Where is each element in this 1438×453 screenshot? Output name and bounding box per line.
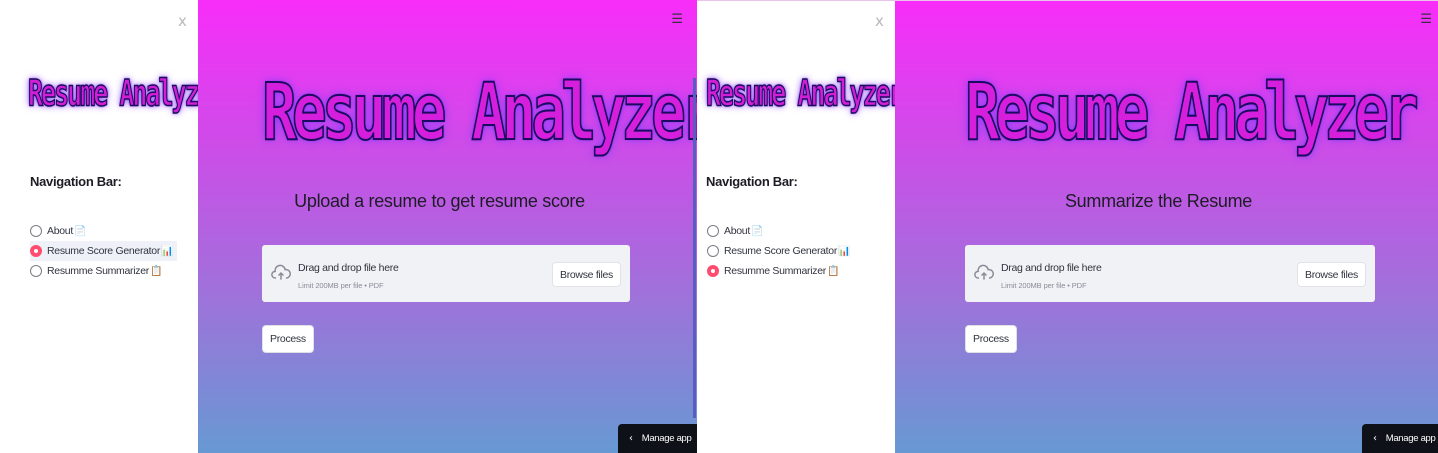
radio-button-checked-icon[interactable] — [30, 245, 42, 257]
file-uploader[interactable]: Drag and drop file here Limit 200MB per … — [965, 245, 1375, 302]
drop-text: Drag and drop file here — [298, 262, 399, 274]
radio-label: Resume Score Generator — [47, 245, 161, 257]
clipboard-icon: 📋 — [149, 265, 163, 277]
radio-label: About — [47, 225, 73, 237]
page-subheading: Summarize the Resume — [1064, 191, 1253, 211]
app-window-score: x Resume Analyzer Navigation Bar: About … — [0, 0, 697, 453]
radio-button-checked-icon[interactable] — [707, 265, 719, 277]
radio-label: Resume Score Generator — [724, 245, 838, 257]
hamburger-menu-icon[interactable]: ☰ — [671, 12, 683, 27]
bar-chart-icon: 📊 — [838, 245, 851, 257]
sidebar-logo: Resume Analyzer — [706, 71, 905, 115]
page-subheading: Upload a resume to get resume score — [294, 191, 585, 211]
main-content: ☰ Resume Analyzer Upload a resume to get… — [198, 0, 697, 453]
radio-about[interactable]: About 📄 — [707, 221, 850, 241]
nav-title: Navigation Bar: — [30, 174, 122, 189]
manage-app-button[interactable]: ‹ Manage app — [618, 424, 697, 453]
manage-app-button[interactable]: ‹ Manage app — [1362, 424, 1438, 453]
file-uploader[interactable]: Drag and drop file here Limit 200MB per … — [262, 245, 630, 302]
drop-text: Drag and drop file here — [1001, 262, 1102, 274]
process-button[interactable]: Process — [262, 325, 314, 353]
manage-app-label: Manage app — [1385, 433, 1436, 444]
chevron-left-icon: ‹ — [1373, 433, 1377, 444]
main-content: ☰ Resume Analyzer Summarize the Resume D… — [895, 0, 1438, 453]
browse-files-button[interactable]: Browse files — [1296, 262, 1366, 287]
radio-label: Resumme Summarizer — [47, 265, 149, 277]
nav-title: Navigation Bar: — [706, 174, 798, 189]
radio-label: About — [724, 225, 750, 237]
sidebar: x Resume Analyzer Navigation Bar: About … — [0, 0, 226, 453]
chevron-left-icon: ‹ — [629, 433, 633, 444]
bar-chart-icon: 📊 — [161, 245, 174, 257]
clipboard-icon: 📋 — [826, 265, 840, 277]
hamburger-menu-icon[interactable]: ☰ — [1420, 12, 1432, 27]
manage-app-label: Manage app — [641, 433, 692, 444]
radio-label: Resumme Summarizer — [724, 265, 826, 277]
sidebar: x Resume Analyzer Navigation Bar: About … — [697, 0, 904, 453]
cloud-upload-icon — [974, 264, 994, 280]
nav-radio-group: About 📄 Resume Score Generator 📊 Resumme… — [30, 221, 178, 281]
page-logo: Resume Analyzer — [964, 65, 1419, 159]
window-top-border — [697, 0, 1438, 1]
radio-resume-score-generator[interactable]: Resume Score Generator 📊 — [707, 241, 851, 261]
page-logo: Resume Analyzer — [261, 65, 697, 159]
radio-resume-summarizer[interactable]: Resumme Summarizer 📋 — [30, 261, 177, 281]
radio-button-icon[interactable] — [707, 245, 719, 257]
close-icon[interactable]: x — [875, 12, 884, 30]
app-window-summarizer: x Resume Analyzer Navigation Bar: About … — [697, 0, 1438, 453]
radio-about[interactable]: About 📄 — [30, 221, 177, 241]
process-button[interactable]: Process — [965, 325, 1017, 353]
limit-text: Limit 200MB per file • PDF — [298, 281, 384, 290]
limit-text: Limit 200MB per file • PDF — [1001, 281, 1087, 290]
radio-resume-summarizer[interactable]: Resumme Summarizer 📋 — [707, 261, 850, 281]
radio-button-icon[interactable] — [707, 225, 719, 237]
nav-radio-group: About 📄 Resume Score Generator 📊 Resumme… — [707, 221, 851, 281]
scrollbar[interactable] — [693, 78, 696, 418]
browse-files-button[interactable]: Browse files — [551, 262, 621, 287]
page-icon: 📄 — [73, 225, 87, 237]
close-icon[interactable]: x — [178, 12, 187, 30]
radio-button-icon[interactable] — [30, 265, 42, 277]
radio-button-icon[interactable] — [30, 225, 42, 237]
sidebar-logo: Resume Analyzer — [28, 71, 227, 115]
cloud-upload-icon — [271, 264, 291, 280]
page-icon: 📄 — [750, 225, 764, 237]
radio-resume-score-generator[interactable]: Resume Score Generator 📊 — [30, 241, 178, 261]
